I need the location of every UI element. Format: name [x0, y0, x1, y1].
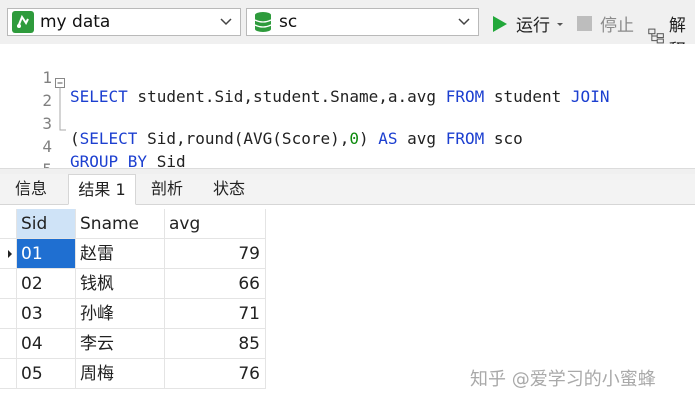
chevron-down-icon[interactable] — [457, 14, 471, 28]
chevron-down-icon[interactable] — [219, 14, 233, 28]
fold-toggle-icon[interactable] — [55, 72, 66, 95]
column-header-sid[interactable]: Sid — [17, 209, 76, 239]
tab-info[interactable]: 信息 — [0, 174, 62, 204]
stop-icon — [577, 16, 592, 31]
play-icon — [493, 15, 507, 32]
cell-sname[interactable]: 孙峰 — [76, 299, 165, 329]
explain-icon — [648, 28, 664, 44]
table-row[interactable]: 05 周梅 76 — [0, 359, 266, 389]
fold-guide-icon — [59, 95, 61, 118]
fold-guide-icon — [59, 118, 66, 131]
cell-sid[interactable]: 02 — [17, 269, 76, 299]
grid-header-row: Sid Sname avg — [0, 209, 266, 239]
cell-avg[interactable]: 71 — [165, 299, 266, 329]
cell-sname[interactable]: 周梅 — [76, 359, 165, 389]
tab-result-1[interactable]: 结果 1 — [68, 174, 136, 205]
run-button[interactable]: 运行 — [491, 11, 565, 36]
cell-sid[interactable]: 05 — [17, 359, 76, 389]
row-indicator — [0, 299, 17, 329]
watermark: 知乎 @爱学习的小蜜蜂 — [470, 369, 656, 390]
run-label: 运行 — [516, 16, 550, 36]
database-icon — [253, 11, 273, 33]
database-select[interactable]: sc — [246, 8, 479, 36]
cell-avg[interactable]: 76 — [165, 359, 266, 389]
table-row[interactable]: 02 钱枫 66 — [0, 269, 266, 299]
row-pointer-icon — [8, 250, 12, 258]
database-value: sc — [279, 12, 298, 32]
cell-sname[interactable]: 李云 — [76, 329, 165, 359]
code-line: 5 ON student.Sid=a.Sid; — [0, 141, 695, 198]
cell-sid[interactable]: 04 — [17, 329, 76, 359]
code-line: 1 SELECT student.Sid,student.Sname,a.avg… — [0, 49, 695, 106]
stop-button[interactable]: 停止 — [577, 11, 634, 36]
dropdown-arrow-icon[interactable] — [555, 19, 565, 29]
code-line: 2 (SELECT Sid,round(AVG(Score),0) AS avg… — [0, 72, 695, 148]
sql-editor[interactable]: 1 SELECT student.Sid,student.Sname,a.avg… — [0, 44, 695, 198]
stop-label: 停止 — [600, 16, 634, 36]
cell-avg[interactable]: 79 — [165, 239, 266, 269]
column-header-sname[interactable]: Sname — [76, 209, 165, 239]
row-indicator — [0, 359, 17, 389]
cell-sid[interactable]: 03 — [17, 299, 76, 329]
row-indicator-header — [0, 209, 17, 239]
cell-sid[interactable]: 01 — [17, 239, 76, 269]
table-row[interactable]: 03 孙峰 71 — [0, 299, 266, 329]
connection-select[interactable]: my data — [7, 8, 241, 36]
cell-sname[interactable]: 赵雷 — [76, 239, 165, 269]
current-row-indicator — [0, 239, 17, 269]
connection-icon — [12, 11, 34, 33]
table-row[interactable]: 04 李云 85 — [0, 329, 266, 359]
code-line: 3 GROUP BY Sid — [0, 95, 695, 171]
cell-avg[interactable]: 66 — [165, 269, 266, 299]
code-line: 4 HAVING avg>=60)a — [0, 118, 695, 194]
cell-sname[interactable]: 钱枫 — [76, 269, 165, 299]
connection-value: my data — [40, 12, 111, 32]
toolbar: my data sc 运行 停止 解释 — [0, 0, 695, 61]
row-indicator — [0, 269, 17, 299]
column-header-avg[interactable]: avg — [165, 209, 266, 239]
row-indicator — [0, 329, 17, 359]
tab-status[interactable]: 状态 — [198, 174, 260, 204]
table-row[interactable]: 01 赵雷 79 — [0, 239, 266, 269]
cell-avg[interactable]: 85 — [165, 329, 266, 359]
tab-profile[interactable]: 剖析 — [136, 174, 198, 204]
result-tabs: 信息 结果 1 剖析 状态 — [0, 174, 695, 205]
